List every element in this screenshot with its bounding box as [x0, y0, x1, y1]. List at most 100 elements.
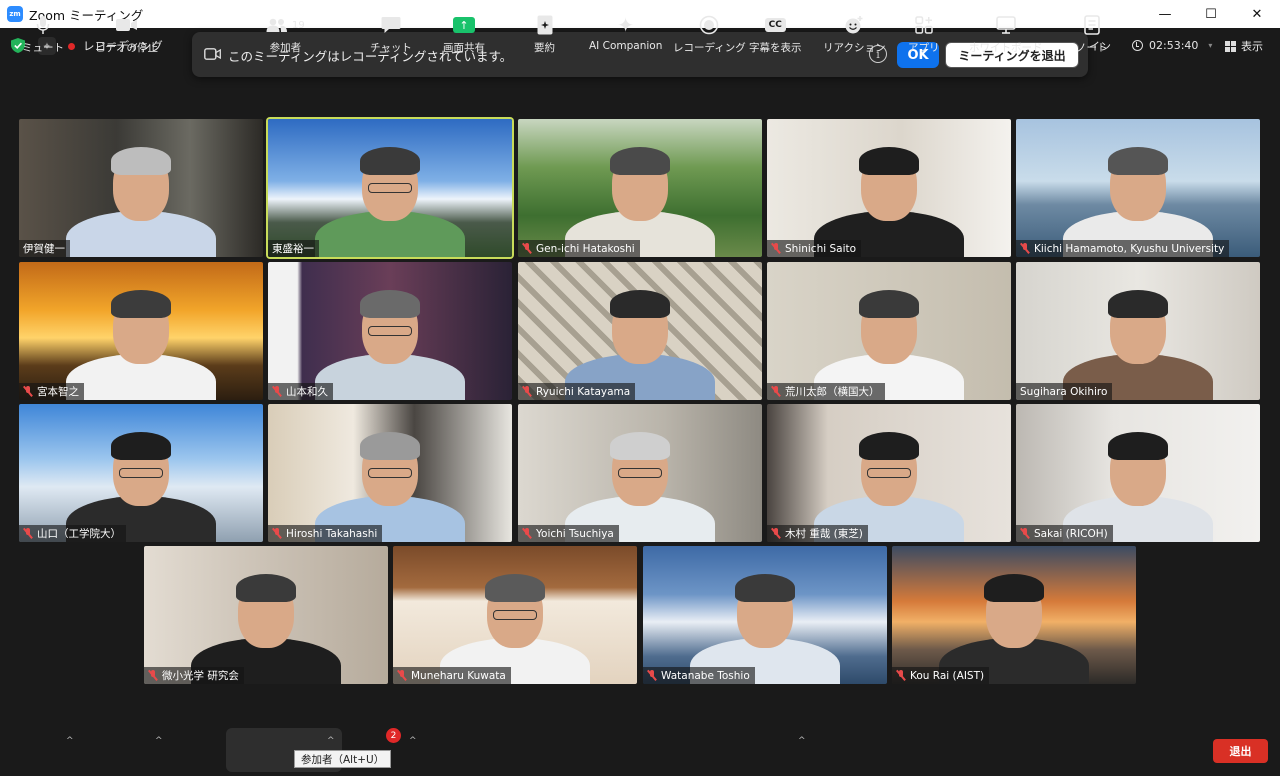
video-tile[interactable]: 微小光学 研究会 [144, 546, 388, 684]
share-screen-label: 画面共有 [443, 42, 485, 54]
participant-video [1058, 418, 1218, 542]
video-tile[interactable]: Watanabe Toshio [643, 546, 887, 684]
video-tile[interactable]: 東盛裕一 [268, 119, 512, 257]
participant-video [560, 418, 720, 542]
participant-name: Muneharu Kuwata [411, 669, 506, 682]
video-tile[interactable]: 山本和久 [268, 262, 512, 400]
participants-button[interactable]: 19 参加者 [266, 14, 305, 58]
recording-dot-icon [68, 42, 75, 50]
video-tile[interactable]: Ryuichi Katayama [518, 262, 762, 400]
share-screen-button[interactable]: ↑ 画面共有 [443, 14, 485, 58]
summary-icon [537, 14, 553, 36]
meeting-toolbar [0, 716, 1280, 776]
chat-unread-badge: 2 [386, 728, 401, 743]
participant-video [1058, 276, 1218, 400]
participant-name: 宮本智之 [37, 386, 79, 398]
video-options-caret-icon[interactable]: ^ [155, 736, 163, 746]
participant-name-tag: Hiroshi Takahashi [268, 525, 383, 542]
participant-name-tag: Gen-ichi Hatakoshi [518, 240, 640, 257]
share-screen-icon: ↑ [453, 14, 475, 36]
participant-name-tag: 荒川太郎（横国大） [767, 383, 885, 400]
end-meeting-button[interactable]: 退出 [1213, 739, 1268, 763]
meeting-timer[interactable]: 02:53:40 ▾ [1124, 34, 1220, 56]
mute-label: ミュート [22, 42, 64, 54]
chat-bubble-icon [381, 14, 401, 36]
participant-name-tag: Shinichi Saito [767, 240, 862, 257]
show-captions-button[interactable]: CC 字幕を表示 [749, 14, 802, 58]
participant-name: 山本和久 [286, 386, 328, 398]
mic-muted-icon [23, 528, 33, 539]
mic-muted-icon [148, 670, 158, 681]
meeting-timer-value: 02:53:40 [1149, 38, 1199, 52]
participant-name: 荒川太郎（横国大） [785, 386, 880, 398]
participant-name-tag: Kiichi Hamamoto, Kyushu University [1016, 240, 1230, 257]
video-tile[interactable]: Hiroshi Takahashi [268, 404, 512, 542]
whiteboard-button[interactable]: ホワイトボード [969, 14, 1043, 58]
participant-name: Sakai (RICOH) [1034, 527, 1108, 540]
summary-button[interactable]: 要約 [534, 14, 555, 58]
video-tile[interactable]: 山口（工学院大） [19, 404, 263, 542]
participant-name-tag: Muneharu Kuwata [393, 667, 511, 684]
video-tile[interactable]: 荒川太郎（横国大） [767, 262, 1011, 400]
participant-name-tag: Watanabe Toshio [643, 667, 755, 684]
participants-icon: 19 [266, 14, 305, 36]
chat-options-caret-icon[interactable]: ^ [409, 736, 417, 746]
mic-muted-icon [522, 528, 532, 539]
record-icon [699, 14, 719, 36]
view-button[interactable]: 表示 [1225, 38, 1263, 54]
closed-captions-icon: CC [764, 14, 786, 36]
chat-button[interactable]: チャット [370, 14, 412, 58]
participant-name-tag: Yoichi Tsuchiya [518, 525, 619, 542]
audio-options-caret-icon[interactable]: ^ [66, 736, 74, 746]
participant-video [186, 560, 346, 684]
close-window-button[interactable]: ✕ [1234, 0, 1280, 28]
stop-video-button[interactable]: ビデオの停止 [95, 14, 158, 58]
participant-name-tag: Sakai (RICOH) [1016, 525, 1113, 542]
participant-name: Shinichi Saito [785, 242, 857, 255]
stop-video-label: ビデオの停止 [95, 42, 158, 54]
participant-name: 伊賀健一 [23, 243, 65, 255]
participants-options-caret-icon[interactable]: ^ [327, 736, 335, 746]
video-tile[interactable]: Shinichi Saito [767, 119, 1011, 257]
participant-name-tag: 東盛裕一 [268, 240, 319, 257]
video-tile[interactable]: 木村 重哉 (東芝) [767, 404, 1011, 542]
minimize-button[interactable]: — [1142, 0, 1188, 28]
video-tile[interactable]: Kou Rai (AIST) [892, 546, 1136, 684]
video-tile[interactable]: 宮本智之 [19, 262, 263, 400]
summary-label: 要約 [534, 42, 555, 54]
ai-sparkle-icon: ✦ [617, 13, 635, 37]
apps-label: アプリ [908, 42, 940, 54]
mute-button[interactable]: ミュート [22, 14, 64, 58]
video-tile[interactable]: Gen-ichi Hatakoshi [518, 119, 762, 257]
record-button[interactable]: レコーディング [673, 14, 746, 58]
apps-button[interactable]: アプリ [908, 14, 940, 58]
whiteboard-icon [995, 14, 1016, 36]
mic-muted-icon [771, 243, 781, 254]
apps-icon [915, 14, 933, 36]
reactions-button[interactable]: リアクション [823, 14, 885, 58]
mic-muted-icon [397, 670, 407, 681]
show-captions-label: 字幕を表示 [749, 42, 802, 54]
participant-name-tag: 微小光学 研究会 [144, 667, 244, 684]
participant-name-tag: 伊賀健一 [19, 240, 70, 257]
view-button-label: 表示 [1241, 40, 1263, 53]
participant-video [61, 276, 221, 400]
ai-companion-button[interactable]: ✦ AI Companion [589, 13, 662, 58]
participant-video [310, 276, 470, 400]
video-tile[interactable]: Yoichi Tsuchiya [518, 404, 762, 542]
video-tile[interactable]: Sugihara Okihiro [1016, 262, 1260, 400]
mic-muted-icon [272, 528, 282, 539]
maximize-button[interactable]: ☐ [1188, 0, 1234, 28]
mic-muted-icon [1020, 528, 1030, 539]
video-tile[interactable]: 伊賀健一 [19, 119, 263, 257]
notes-button[interactable]: ノート [1076, 14, 1108, 58]
mic-muted-icon [272, 386, 282, 397]
mic-muted-icon [23, 386, 33, 397]
participant-video [61, 133, 221, 257]
reactions-label: リアクション [823, 42, 886, 54]
video-tile[interactable]: Sakai (RICOH) [1016, 404, 1260, 542]
captions-options-caret-icon[interactable]: ^ [798, 736, 806, 746]
video-tile[interactable]: Kiichi Hamamoto, Kyushu University [1016, 119, 1260, 257]
video-tile[interactable]: Muneharu Kuwata [393, 546, 637, 684]
smiley-plus-icon [844, 14, 864, 36]
